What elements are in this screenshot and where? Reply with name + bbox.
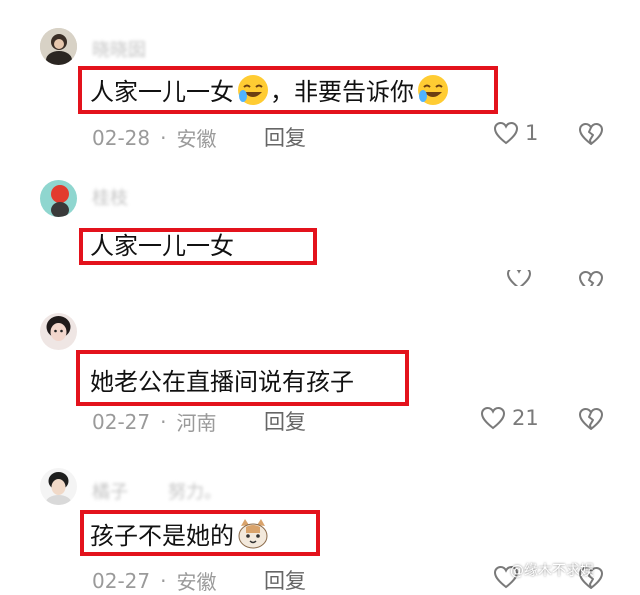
comment-meta: 02-28 · 安徽 (92, 123, 216, 152)
separator-dot: · (160, 409, 167, 434)
comment-text-part: 人家一儿一女 (90, 232, 234, 260)
comment-text: 人家一儿一女 ，非要告诉你 (90, 72, 450, 107)
comment-text: 人家一儿一女 (90, 226, 234, 261)
separator-dot: · (160, 125, 167, 150)
comment-date: 02-27 (92, 568, 151, 593)
avatar[interactable] (40, 468, 77, 505)
heart-icon (493, 121, 519, 145)
heart-icon (480, 406, 506, 430)
comment-meta: 02-27 · 河南 (92, 407, 216, 436)
comment-text: 她老公在直播间说有孩子 (90, 362, 354, 397)
reply-button[interactable]: 回复 (264, 122, 306, 152)
dislike-button[interactable] (578, 407, 604, 435)
comment-date: 02-27 (92, 409, 151, 434)
divider (0, 288, 640, 308)
comment-text: 孩子不是她的 (90, 516, 270, 551)
comment-location: 河南 (176, 411, 217, 435)
separator-dot: · (160, 568, 167, 593)
broken-heart-icon (579, 122, 604, 145)
avatar[interactable] (40, 313, 77, 350)
comment-text-part: 人家一儿一女 (90, 78, 234, 106)
comment-location: 安徽 (176, 127, 217, 151)
avatar[interactable] (40, 28, 77, 65)
dislike-button[interactable] (578, 122, 604, 150)
like-button[interactable] (506, 270, 532, 286)
reply-button[interactable]: 回复 (264, 406, 306, 436)
like-count: 1 (525, 121, 539, 145)
comment-location: 安徽 (176, 570, 217, 594)
dislike-button[interactable] (578, 270, 604, 286)
rofl-emoji (416, 73, 450, 107)
cat-emoji (236, 517, 270, 551)
comment-text-part: ，非要告诉你 (270, 78, 414, 106)
like-count: 21 (512, 406, 539, 430)
like-button[interactable]: 21 (480, 406, 539, 430)
avatar[interactable] (40, 180, 77, 217)
username-part: 努力。 (168, 482, 222, 503)
broken-heart-icon (578, 270, 604, 286)
username[interactable]: 橘子 努力。 (92, 478, 222, 504)
reply-button[interactable]: 回复 (264, 565, 306, 595)
rofl-emoji (236, 73, 270, 107)
username[interactable]: 桂枝 (92, 184, 128, 210)
heart-icon (506, 270, 532, 286)
comment-text-part: 孩子不是她的 (90, 522, 234, 550)
username-part: 橘子 (92, 482, 128, 503)
like-button[interactable]: 1 (493, 121, 538, 145)
comment-meta: 02-27 · 安徽 (92, 566, 216, 595)
broken-heart-icon (579, 407, 604, 430)
comment-text-part: 她老公在直播间说有孩子 (90, 368, 354, 396)
watermark: @缘木不求娱 (510, 563, 594, 579)
comment-date: 02-28 (92, 125, 151, 150)
username[interactable]: 晓晓囡 (92, 36, 146, 62)
